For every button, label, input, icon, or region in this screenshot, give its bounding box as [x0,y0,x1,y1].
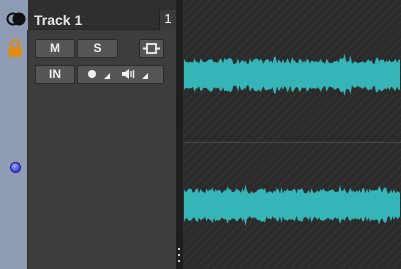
monitor-speaker-icon[interactable] [120,66,136,83]
track-color-strip[interactable] [0,30,28,269]
track-number: 1 [164,11,172,26]
resize-handle-icon[interactable] [178,248,180,262]
mute-button-label: M [50,41,60,55]
input-button[interactable]: IN [35,65,75,84]
arrange-area[interactable] [176,0,401,269]
solo-button[interactable]: S [77,39,118,58]
input-button-label: IN [49,67,61,81]
lock-icon[interactable] [6,38,24,58]
track-number-cell: 1 [159,10,176,30]
mute-button[interactable]: M [35,39,75,58]
track-header: Track 1 1 M S IN [0,0,176,269]
trim-insert-button[interactable] [139,39,164,58]
waveform-shape [184,53,400,96]
track-edge-strip [176,0,183,269]
waveform-channel-left[interactable] [184,50,401,100]
trim-insert-icon [143,43,160,54]
solo-button-label: S [93,41,102,55]
visibility-toggle-icon[interactable] [6,12,26,26]
record-mode-dropdown-icon[interactable] [102,66,112,83]
monitor-mode-dropdown-icon[interactable] [140,66,150,83]
track-title-bar: Track 1 1 [0,0,176,30]
waveform-shape [184,184,400,227]
channel-divider [183,142,401,143]
waveform-channel-right[interactable] [184,180,401,230]
input-indicator-dot [10,162,21,173]
track-name[interactable]: Track 1 [34,12,82,28]
record-monitor-group [77,65,164,84]
record-icon[interactable] [85,66,99,83]
